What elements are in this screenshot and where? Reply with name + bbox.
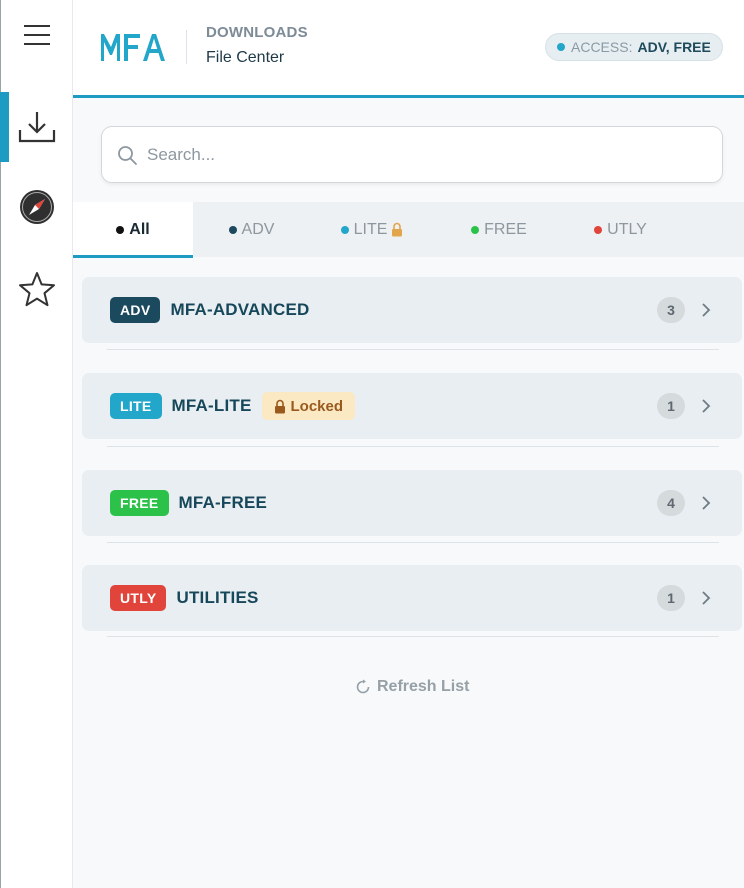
tab-label: LITE (353, 220, 388, 238)
tab-free[interactable]: FREE (434, 202, 564, 257)
category-name: MFA-LITE (171, 396, 252, 415)
chevron-right-icon (702, 303, 711, 317)
tab-dot (471, 225, 480, 234)
file-count-badge: 1 (657, 585, 685, 611)
access-status-dot (557, 43, 565, 51)
download-icon (18, 112, 55, 143)
category-badge: UTLY (110, 585, 167, 611)
menu-icon (23, 25, 50, 45)
category-name: MFA-ADVANCED (170, 300, 310, 319)
chevron-right-icon (702, 496, 711, 510)
file-count-badge: 1 (657, 393, 685, 419)
header-title: DOWNLOADS (206, 24, 308, 41)
sidebar-item-downloads[interactable] (0, 92, 73, 162)
refresh-label: Refresh List (377, 678, 470, 695)
tab-adv[interactable]: ADV (193, 202, 310, 257)
category-row-advanced[interactable]: ADV MFA-ADVANCED 3 (82, 277, 742, 343)
header-rule (73, 95, 744, 98)
sidebar-item-favorites[interactable] (0, 254, 73, 324)
locked-badge: Locked (261, 392, 356, 420)
category-badge: ADV (110, 297, 161, 323)
category-row-free[interactable]: FREE MFA-FREE 4 (82, 470, 742, 536)
search-icon (118, 146, 137, 165)
file-count-badge: 4 (657, 490, 685, 516)
search-input[interactable] (147, 127, 707, 182)
sidebar-item-browse[interactable] (0, 172, 73, 242)
header: DOWNLOADS File Center ACCESS: ADV, FREE (73, 0, 744, 96)
lock-icon (392, 222, 403, 237)
access-label: ACCESS: (571, 39, 633, 55)
tab-dot (116, 225, 125, 234)
tab-label: All (129, 220, 150, 238)
access-value: ADV, FREE (637, 39, 711, 55)
refresh-icon (356, 679, 370, 694)
refresh-list-button[interactable]: Refresh List (355, 678, 469, 696)
access-badge: ACCESS: ADV, FREE (545, 33, 723, 61)
chevron-right-icon (702, 591, 711, 605)
tab-utly[interactable]: UTLY (564, 202, 677, 257)
mfa-logo (100, 30, 166, 67)
category-row-utilities[interactable]: UTLY UTILITIES 1 (82, 565, 742, 631)
menu-button[interactable] (0, 0, 73, 70)
row-divider (107, 349, 719, 350)
compass-icon (19, 190, 54, 224)
filter-tabs: All ADV LITE FREE UTLY (73, 202, 744, 258)
tab-dot (340, 225, 349, 234)
tab-label: FREE (484, 220, 527, 238)
row-divider (107, 636, 719, 637)
search-box (101, 126, 723, 183)
category-row-lite[interactable]: LITE MFA-LITE Locked 1 (82, 373, 742, 439)
tab-label: ADV (241, 220, 275, 238)
star-icon (18, 272, 55, 307)
tab-lite[interactable]: LITE (310, 202, 434, 257)
category-name: MFA-FREE (178, 493, 268, 512)
category-badge: FREE (110, 490, 169, 516)
sidebar (0, 0, 73, 888)
locked-label: Locked (290, 397, 344, 415)
chevron-right-icon (702, 399, 711, 413)
header-subtitle: File Center (206, 49, 285, 66)
category-name: UTILITIES (176, 588, 259, 607)
row-divider (107, 446, 719, 447)
lock-icon (274, 399, 285, 413)
main-panel: DOWNLOADS File Center ACCESS: ADV, FREE … (73, 0, 744, 888)
tab-all[interactable]: All (73, 202, 193, 257)
active-tab-indicator (73, 255, 193, 258)
row-divider (107, 542, 719, 543)
tab-dot (594, 225, 603, 234)
header-divider (186, 30, 187, 64)
category-badge: LITE (110, 393, 162, 419)
tab-label: UTLY (607, 220, 647, 238)
tab-dot (228, 225, 237, 234)
file-count-badge: 3 (657, 297, 685, 323)
